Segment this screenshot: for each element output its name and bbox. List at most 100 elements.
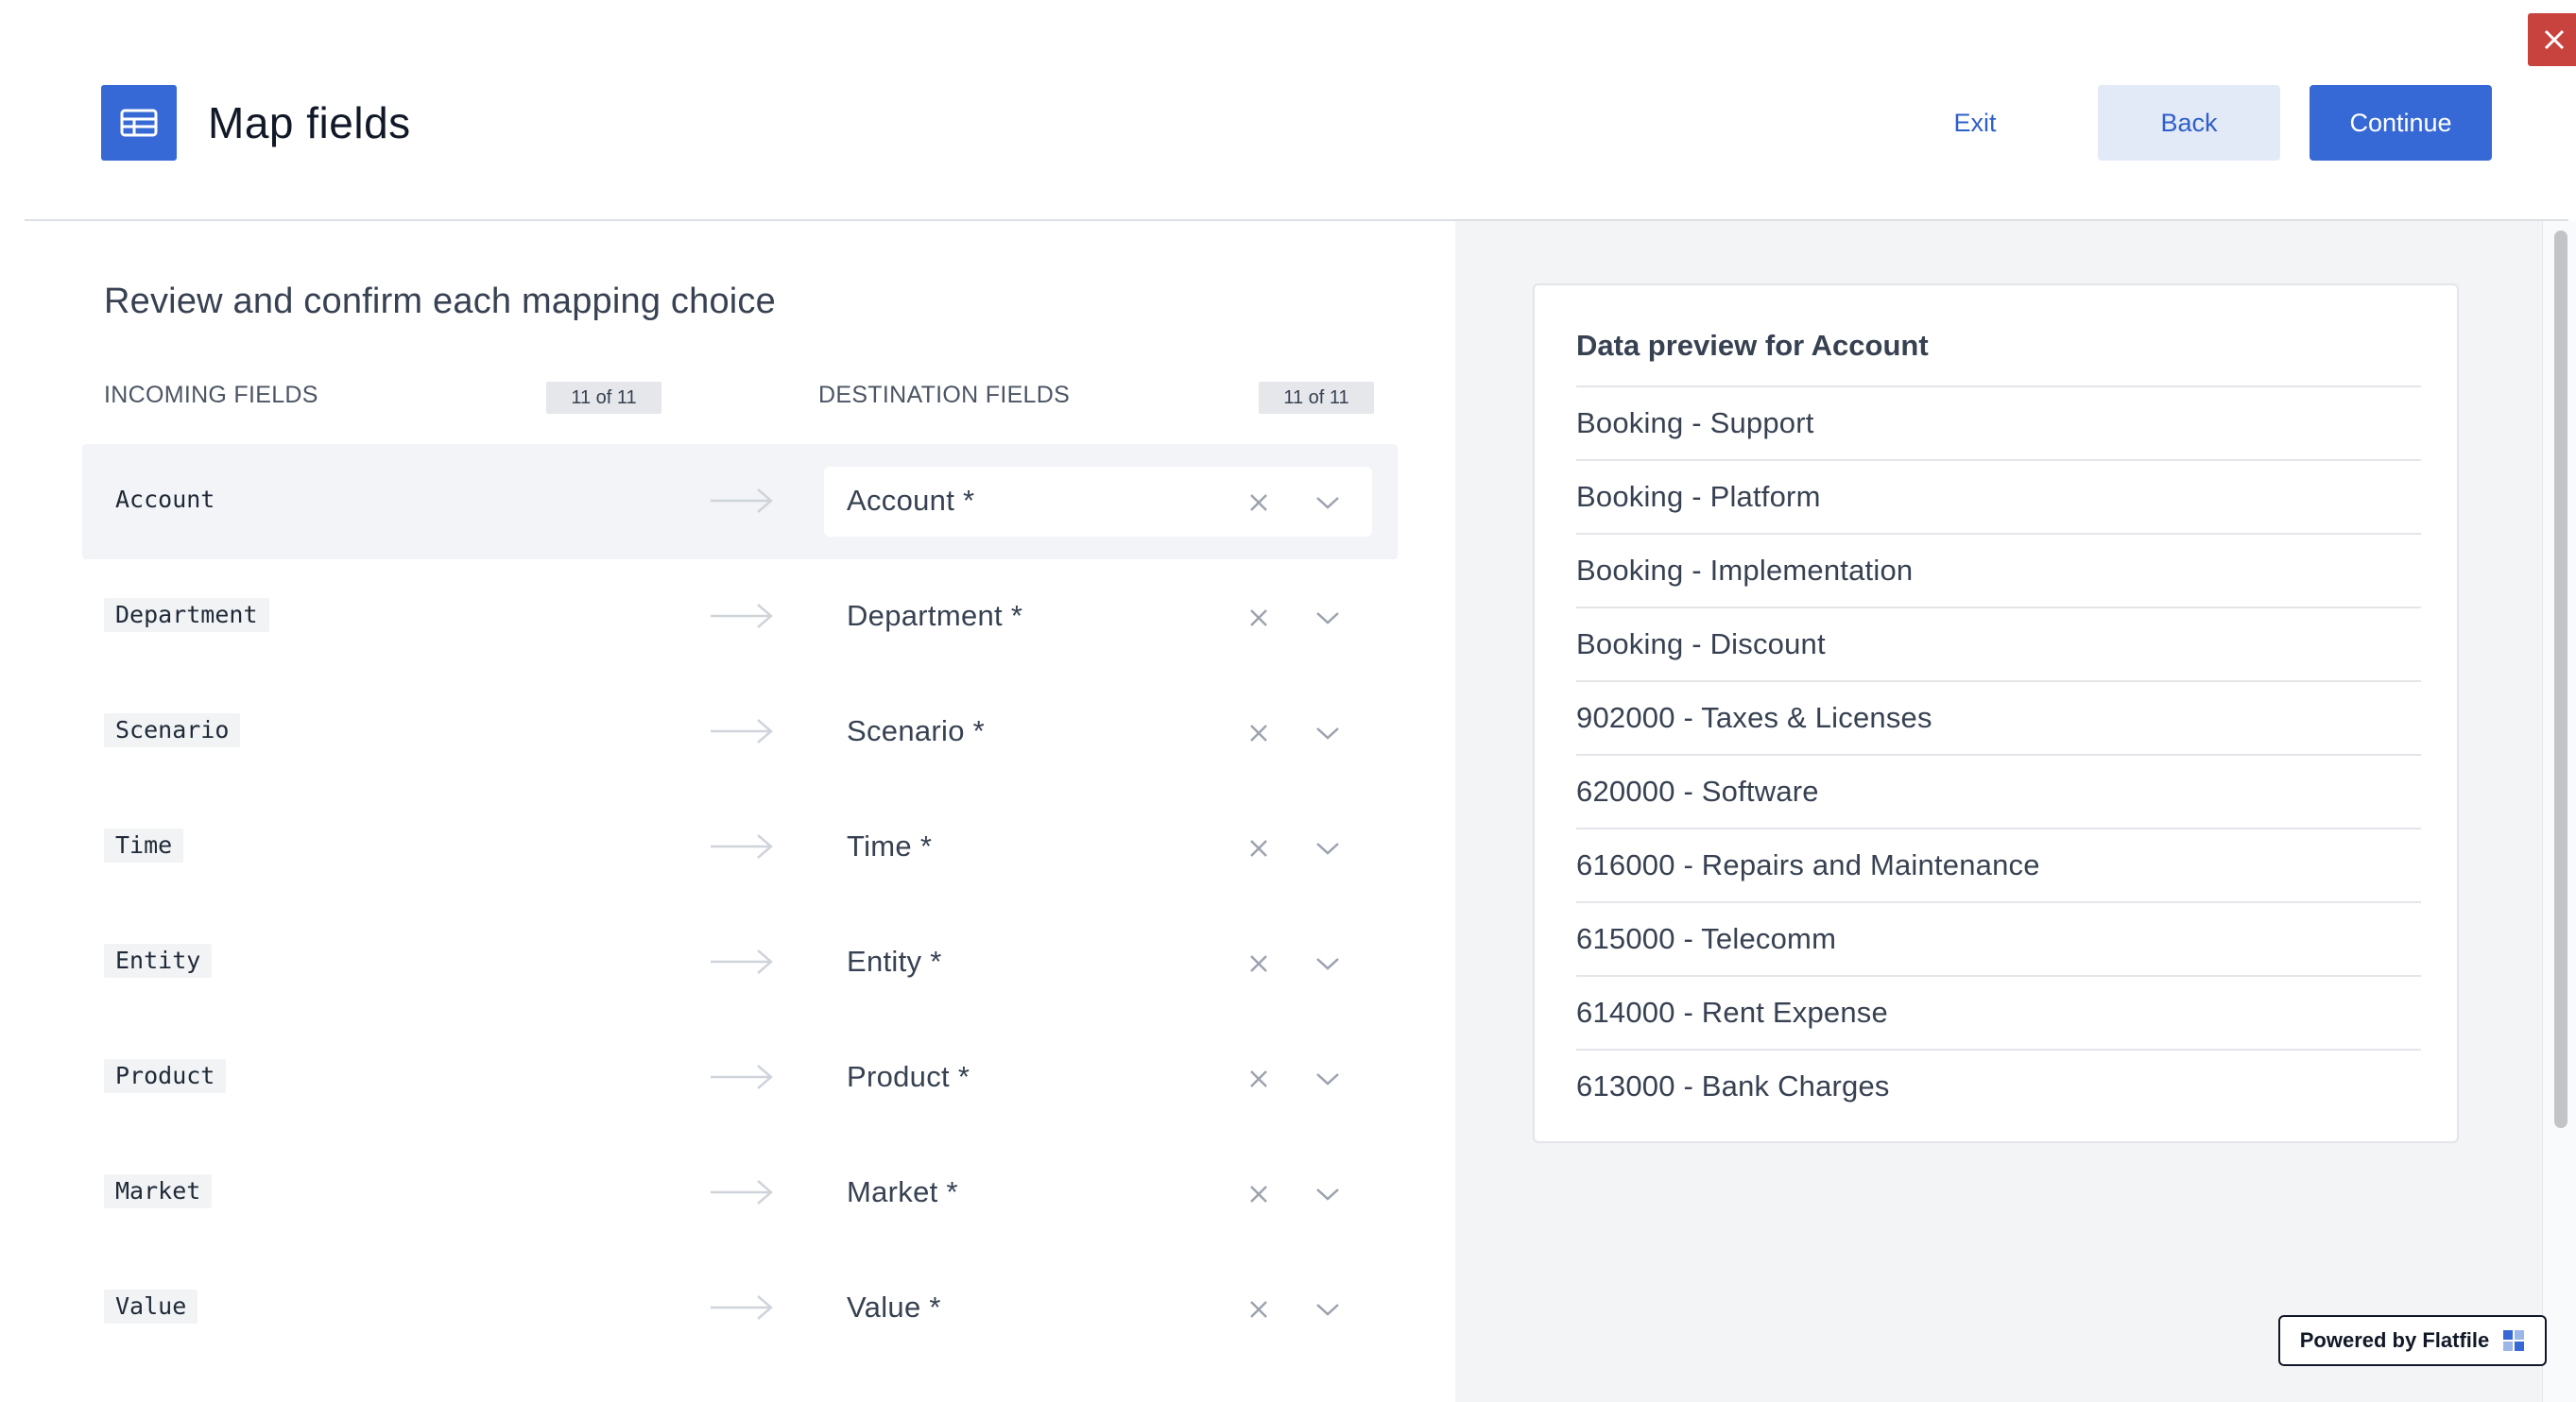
incoming-field-label: Time <box>104 829 184 863</box>
destination-field-value: Time * <box>847 829 933 863</box>
preview-item: 616000 - Repairs and Maintenance <box>1576 828 2421 901</box>
dropdown-toggle[interactable] <box>1306 1175 1349 1213</box>
close-button[interactable] <box>2528 13 2576 66</box>
dropdown-toggle[interactable] <box>1306 714 1349 752</box>
preview-panel: Data preview for Account Booking - Suppo… <box>1455 221 2542 1402</box>
destination-field-select[interactable]: Scenario * <box>824 697 1372 767</box>
powered-by-badge[interactable]: Powered by Flatfile <box>2278 1315 2547 1366</box>
destination-field-select[interactable]: Market * <box>824 1158 1372 1228</box>
incoming-field-label: Entity <box>104 944 213 978</box>
incoming-field-label: Department <box>104 598 269 632</box>
destination-field-select[interactable]: Account * <box>824 467 1372 537</box>
destination-count-badge: 11 of 11 <box>1259 382 1374 414</box>
data-preview-card: Data preview for Account Booking - Suppo… <box>1533 283 2459 1143</box>
preview-item: 620000 - Software <box>1576 754 2421 828</box>
arrow-right-icon <box>711 949 773 974</box>
scrollbar-thumb[interactable] <box>2554 231 2567 1128</box>
arrow-right-icon <box>711 1295 773 1320</box>
mapping-panel: Review and confirm each mapping choice I… <box>0 221 1455 1402</box>
preview-item: 902000 - Taxes & Licenses <box>1576 680 2421 754</box>
destination-field-select[interactable]: Entity * <box>824 928 1372 998</box>
mapping-row[interactable]: Time Time * <box>82 790 1398 905</box>
incoming-count-badge: 11 of 11 <box>546 382 661 414</box>
clear-mapping-button[interactable] <box>1240 1060 1278 1098</box>
exit-button[interactable]: Exit <box>1899 85 2051 161</box>
clear-mapping-button[interactable] <box>1240 829 1278 867</box>
preview-item: 613000 - Bank Charges <box>1576 1049 2421 1122</box>
mapping-row[interactable]: Department Department * <box>82 559 1398 675</box>
destination-field-value: Entity * <box>847 945 942 978</box>
dropdown-toggle[interactable] <box>1306 484 1349 521</box>
preview-item: Booking - Discount <box>1576 607 2421 680</box>
destination-field-value: Market * <box>847 1175 958 1208</box>
clear-mapping-button[interactable] <box>1240 1291 1278 1328</box>
mapping-row[interactable]: Value Value * <box>82 1251 1398 1366</box>
mapping-row[interactable]: Account Account * <box>82 444 1398 559</box>
arrow-right-icon <box>711 834 773 859</box>
clear-icon <box>1250 840 1267 857</box>
chevron-down-icon <box>1316 1188 1339 1201</box>
incoming-fields-header: INCOMING FIELDS <box>104 382 318 408</box>
arrow-right-icon <box>711 604 773 628</box>
clear-icon <box>1250 1301 1267 1318</box>
mapping-row[interactable]: Scenario Scenario * <box>82 675 1398 790</box>
preview-item: 614000 - Rent Expense <box>1576 975 2421 1049</box>
clear-mapping-button[interactable] <box>1240 599 1278 637</box>
destination-field-value: Department * <box>847 599 1023 632</box>
clear-mapping-button[interactable] <box>1240 945 1278 983</box>
chevron-down-icon <box>1316 1304 1339 1316</box>
incoming-field-label: Scenario <box>104 713 241 747</box>
chevron-down-icon <box>1316 497 1339 509</box>
incoming-field-label: Product <box>104 1059 227 1093</box>
dropdown-toggle[interactable] <box>1306 599 1349 637</box>
preview-item: Booking - Support <box>1576 385 2421 459</box>
clear-icon <box>1250 725 1267 742</box>
chevron-down-icon <box>1316 1073 1339 1086</box>
dropdown-toggle[interactable] <box>1306 1060 1349 1098</box>
clear-icon <box>1250 609 1267 626</box>
mapping-row[interactable]: Market Market * <box>82 1136 1398 1251</box>
dropdown-toggle[interactable] <box>1306 1291 1349 1328</box>
destination-field-value: Product * <box>847 1060 970 1093</box>
dropdown-toggle[interactable] <box>1306 829 1349 867</box>
clear-mapping-button[interactable] <box>1240 714 1278 752</box>
continue-button[interactable]: Continue <box>2310 85 2492 161</box>
page-title: Map fields <box>208 98 411 147</box>
preview-item: Booking - Implementation <box>1576 533 2421 607</box>
chevron-down-icon <box>1316 958 1339 970</box>
destination-field-select[interactable]: Product * <box>824 1043 1372 1113</box>
preview-item: 615000 - Telecomm <box>1576 901 2421 975</box>
chevron-down-icon <box>1316 843 1339 855</box>
clear-icon <box>1250 1070 1267 1087</box>
destination-field-value: Value * <box>847 1291 941 1324</box>
destination-field-select[interactable]: Department * <box>824 582 1372 652</box>
incoming-field-label: Market <box>104 1174 213 1208</box>
header: Map fields Exit Back Continue <box>0 0 2576 220</box>
chevron-down-icon <box>1316 727 1339 740</box>
preview-title: Data preview for Account <box>1576 329 1929 362</box>
arrow-right-icon <box>711 1180 773 1205</box>
arrow-right-icon <box>711 488 773 513</box>
dropdown-toggle[interactable] <box>1306 945 1349 983</box>
clear-icon <box>1250 955 1267 972</box>
close-icon <box>2544 29 2565 50</box>
preview-item: Booking - Platform <box>1576 459 2421 533</box>
table-icon <box>101 85 177 161</box>
section-title: Review and confirm each mapping choice <box>104 282 776 321</box>
clear-mapping-button[interactable] <box>1240 484 1278 521</box>
destination-field-select[interactable]: Time * <box>824 812 1372 882</box>
clear-icon <box>1250 494 1267 511</box>
destination-field-select[interactable]: Value * <box>824 1274 1372 1343</box>
incoming-field-label: Account <box>115 486 215 513</box>
preview-list: Booking - Support Booking - Platform Booki… <box>1576 385 2421 1122</box>
arrow-right-icon <box>711 719 773 744</box>
clear-mapping-button[interactable] <box>1240 1175 1278 1213</box>
mapping-row[interactable]: Entity Entity * <box>82 905 1398 1020</box>
powered-by-label: Powered by Flatfile <box>2299 1328 2490 1352</box>
destination-fields-header: DESTINATION FIELDS <box>818 382 1071 408</box>
destination-field-value: Scenario * <box>847 714 986 747</box>
back-button[interactable]: Back <box>2098 85 2280 161</box>
mapping-row[interactable]: Product Product * <box>82 1020 1398 1136</box>
clear-icon <box>1250 1186 1267 1203</box>
flatfile-logo-icon <box>2503 1330 2525 1351</box>
